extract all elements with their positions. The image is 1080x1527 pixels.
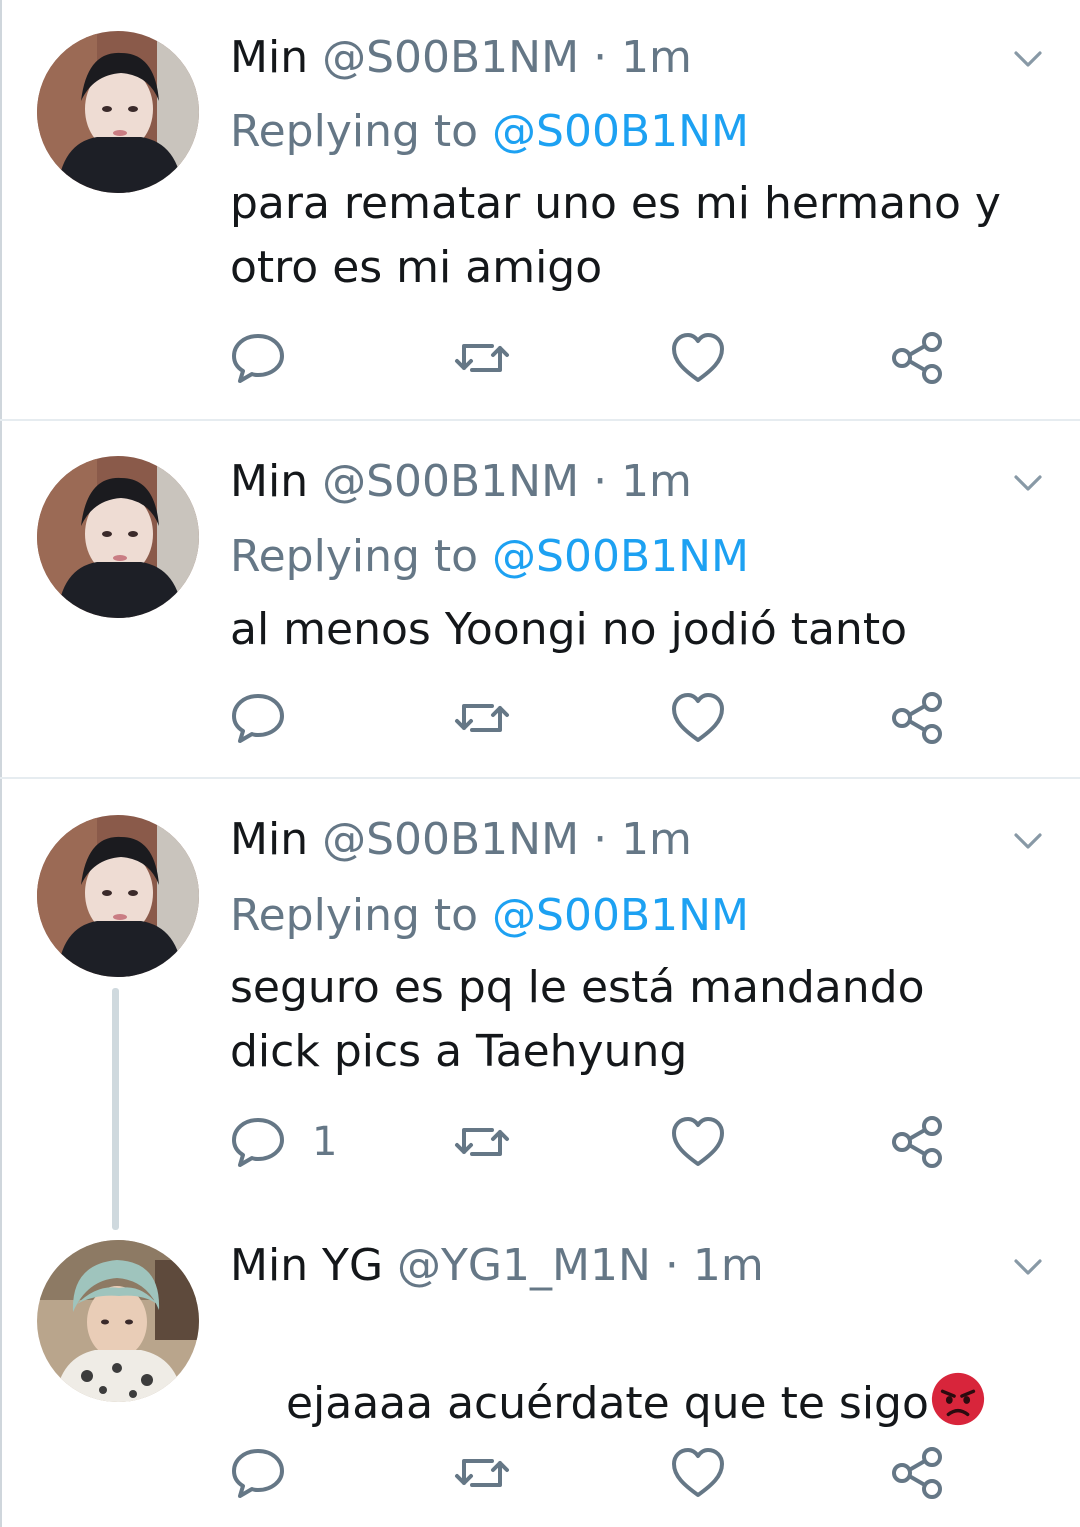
- timestamp[interactable]: 1m: [621, 32, 692, 83]
- separator-dot: ·: [593, 32, 608, 83]
- avatar[interactable]: [37, 456, 199, 618]
- display-name[interactable]: Min YG: [230, 1240, 383, 1291]
- replying-to-label: Replying to: [230, 531, 493, 582]
- retweet-button[interactable]: [452, 328, 512, 388]
- share-icon: [892, 332, 942, 384]
- reply-button[interactable]: [228, 1112, 288, 1172]
- retweet-icon: [455, 1128, 509, 1156]
- retweet-icon: [455, 1459, 509, 1487]
- reply-icon: [232, 1449, 284, 1498]
- tweet-text: al menos Yoongi no jodió tanto: [230, 604, 907, 655]
- user-handle[interactable]: @S00B1NM: [322, 814, 579, 865]
- timestamp[interactable]: 1m: [621, 456, 692, 507]
- user-handle[interactable]: @S00B1NM: [322, 32, 579, 83]
- tweet-divider: [0, 419, 1080, 421]
- display-name[interactable]: Min: [230, 32, 308, 83]
- heart-icon: [672, 1117, 724, 1166]
- tweet-text: ejaaaa acuérdate que te sigo: [285, 1378, 929, 1429]
- mention-link[interactable]: @S00B1NM: [492, 531, 749, 582]
- like-button[interactable]: [668, 328, 728, 388]
- separator-dot: ·: [593, 814, 608, 865]
- reply-count: 1: [312, 1119, 338, 1165]
- chevron-down-icon[interactable]: [1008, 44, 1048, 74]
- replying-to: Replying to @S00B1NM: [230, 888, 749, 944]
- share-button[interactable]: [888, 328, 948, 388]
- mention-link[interactable]: @S00B1NM: [492, 890, 749, 941]
- timestamp[interactable]: 1m: [621, 814, 692, 865]
- avatar[interactable]: [37, 815, 199, 977]
- share-button[interactable]: [888, 688, 948, 748]
- share-button[interactable]: [888, 1112, 948, 1172]
- thread-connector: [112, 988, 119, 1230]
- tweet-header: Min @S00B1NM · 1m: [230, 454, 692, 510]
- tweet-header: Min YG @YG1_M1N · 1m: [230, 1238, 764, 1294]
- like-button[interactable]: [668, 1112, 728, 1172]
- retweet-button[interactable]: [452, 1443, 512, 1503]
- heart-icon: [672, 693, 724, 742]
- reply-icon: [232, 334, 284, 383]
- chevron-down-icon[interactable]: [1008, 1252, 1048, 1282]
- angry-face-emoji: [931, 1372, 985, 1426]
- separator-dot: ·: [593, 456, 608, 507]
- timestamp[interactable]: 1m: [693, 1240, 764, 1291]
- user-handle[interactable]: @S00B1NM: [322, 456, 579, 507]
- share-icon: [892, 692, 942, 744]
- replying-to-label: Replying to: [230, 106, 493, 157]
- reply-button[interactable]: [228, 328, 288, 388]
- mention-link[interactable]: @S00B1NM: [492, 106, 749, 157]
- tweet-header: Min @S00B1NM · 1m: [230, 812, 692, 868]
- separator-dot: ·: [664, 1240, 679, 1291]
- tweet-text: para rematar uno es mi hermano y otro es…: [230, 178, 1001, 293]
- chevron-down-icon[interactable]: [1008, 826, 1048, 856]
- retweet-icon: [455, 344, 509, 372]
- retweet-button[interactable]: [452, 688, 512, 748]
- avatar[interactable]: [37, 1240, 199, 1402]
- user-handle[interactable]: @YG1_M1N: [397, 1240, 651, 1291]
- avatar[interactable]: [37, 31, 199, 193]
- heart-icon: [672, 1448, 724, 1497]
- share-button[interactable]: [888, 1443, 948, 1503]
- left-border: [0, 0, 2, 1527]
- tweet-header: Min @S00B1NM · 1m: [230, 30, 692, 86]
- share-icon: [892, 1447, 942, 1499]
- heart-icon: [672, 333, 724, 382]
- reply-icon: [232, 694, 284, 743]
- reply-icon: [232, 1118, 284, 1167]
- display-name[interactable]: Min: [230, 456, 308, 507]
- reply-button[interactable]: [228, 688, 288, 748]
- tweet-divider: [0, 777, 1080, 779]
- replying-to-label: Replying to: [230, 890, 493, 941]
- tweet-text: seguro es pq le está mandando dick pics …: [230, 962, 925, 1077]
- like-button[interactable]: [668, 1443, 728, 1503]
- replying-to: Replying to @S00B1NM: [230, 529, 749, 585]
- display-name[interactable]: Min: [230, 814, 308, 865]
- retweet-icon: [455, 704, 509, 732]
- reply-button[interactable]: [228, 1443, 288, 1503]
- share-icon: [892, 1116, 942, 1168]
- like-button[interactable]: [668, 688, 728, 748]
- chevron-down-icon[interactable]: [1008, 468, 1048, 498]
- replying-to: Replying to @S00B1NM: [230, 104, 749, 160]
- retweet-button[interactable]: [452, 1112, 512, 1172]
